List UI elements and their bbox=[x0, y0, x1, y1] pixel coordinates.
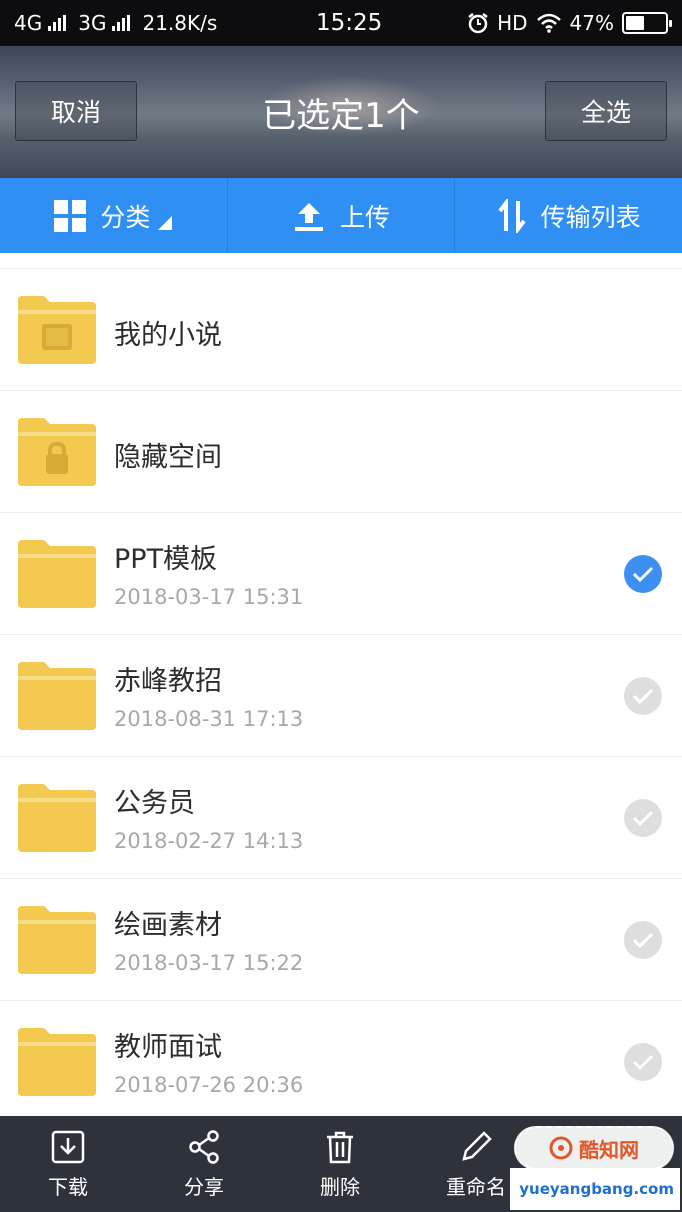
check-icon bbox=[632, 688, 654, 705]
share-button[interactable]: 分享 bbox=[136, 1116, 272, 1212]
network-4g-label: 4G bbox=[14, 11, 43, 35]
list-item[interactable]: 教师面试 2018-07-26 20:36 bbox=[0, 1000, 682, 1122]
folder-icon bbox=[18, 906, 96, 974]
lock-folder-icon bbox=[18, 418, 96, 486]
watermark-logo: 酷知网 bbox=[514, 1126, 674, 1170]
file-date: 2018-03-17 15:22 bbox=[114, 951, 304, 975]
pencil-icon bbox=[462, 1130, 492, 1161]
grid-icon bbox=[54, 199, 87, 232]
watermark-logo-icon bbox=[549, 1136, 573, 1160]
category-button[interactable]: 分类 bbox=[0, 178, 228, 253]
unselected-checkbox[interactable] bbox=[624, 921, 662, 959]
battery-icon bbox=[622, 12, 672, 34]
transfer-icon bbox=[498, 198, 526, 233]
file-name: 公务员 bbox=[114, 788, 195, 819]
file-name: 我的小说 bbox=[114, 320, 222, 351]
file-date: 2018-07-26 20:36 bbox=[114, 1073, 304, 1097]
folder-icon bbox=[18, 1028, 96, 1096]
share-icon bbox=[189, 1129, 219, 1164]
folder-icon bbox=[18, 784, 96, 852]
list-item[interactable]: PPT模板 2018-03-17 15:31 bbox=[0, 512, 682, 634]
file-name: 赤峰教招 bbox=[114, 666, 222, 697]
upload-icon bbox=[295, 202, 323, 231]
book-folder-icon bbox=[18, 296, 96, 364]
file-name: 教师面试 bbox=[114, 1032, 222, 1063]
action-toolbar: 分类 上传 传输列表 bbox=[0, 178, 682, 253]
transfer-list-label: 传输列表 bbox=[540, 202, 641, 232]
file-name: PPT模板 bbox=[114, 544, 218, 575]
check-icon bbox=[632, 1054, 654, 1071]
unselected-checkbox[interactable] bbox=[624, 677, 662, 715]
list-item[interactable]: 赤峰教招 2018-08-31 17:13 bbox=[0, 634, 682, 756]
signal-icon bbox=[48, 15, 67, 31]
list-item[interactable]: 绘画素材 2018-03-17 15:22 bbox=[0, 878, 682, 1000]
check-icon bbox=[632, 932, 654, 949]
check-icon bbox=[632, 566, 654, 583]
signal-icon bbox=[112, 15, 131, 31]
unselected-checkbox[interactable] bbox=[624, 799, 662, 837]
transfer-list-button[interactable]: 传输列表 bbox=[455, 178, 682, 253]
hd-label: HD bbox=[497, 11, 528, 35]
folder-icon bbox=[18, 662, 96, 730]
upload-button[interactable]: 上传 bbox=[228, 178, 456, 253]
watermark-site: yueyangbang.com bbox=[510, 1168, 680, 1210]
file-list: 我的小说 隐藏空间 PPT模板 2018-03-17 15:31 赤峰教招 20… bbox=[0, 268, 682, 1122]
cancel-button[interactable]: 取消 bbox=[15, 81, 137, 141]
battery-fill bbox=[626, 16, 644, 30]
download-icon bbox=[51, 1130, 85, 1163]
wifi-icon bbox=[536, 13, 561, 33]
download-label: 下载 bbox=[48, 1174, 88, 1199]
file-name: 隐藏空间 bbox=[114, 442, 222, 473]
status-right: HD 47% bbox=[467, 11, 672, 35]
share-label: 分享 bbox=[184, 1174, 224, 1199]
trash-icon bbox=[327, 1131, 353, 1163]
list-item[interactable]: 公务员 2018-02-27 14:13 bbox=[0, 756, 682, 878]
delete-button[interactable]: 删除 bbox=[272, 1116, 408, 1212]
status-left: 4G 3G 21.8K/s bbox=[14, 11, 274, 35]
battery-percent: 47% bbox=[569, 11, 614, 35]
network-speed: 21.8K/s bbox=[142, 11, 218, 35]
upload-label: 上传 bbox=[340, 202, 391, 232]
rename-label: 重命名 bbox=[446, 1174, 506, 1199]
selected-checkbox[interactable] bbox=[624, 555, 662, 593]
list-item[interactable]: 隐藏空间 bbox=[0, 390, 682, 512]
status-bar: 4G 3G 21.8K/s 15:25 HD 47% bbox=[0, 0, 682, 46]
alarm-icon bbox=[468, 13, 488, 34]
selection-header: 取消 已选定1个 全选 bbox=[0, 46, 682, 178]
file-date: 2018-03-17 15:31 bbox=[114, 585, 304, 609]
file-date: 2018-08-31 17:13 bbox=[114, 707, 304, 731]
file-name: 绘画素材 bbox=[114, 910, 222, 941]
delete-label: 删除 bbox=[320, 1174, 360, 1199]
check-icon bbox=[632, 810, 654, 827]
file-date: 2018-02-27 14:13 bbox=[114, 829, 304, 853]
dropdown-triangle-icon bbox=[158, 215, 173, 230]
folder-icon bbox=[18, 540, 96, 608]
select-all-button[interactable]: 全选 bbox=[545, 81, 667, 141]
status-time: 15:25 bbox=[316, 10, 383, 36]
list-item[interactable]: 我的小说 bbox=[0, 268, 682, 390]
download-button[interactable]: 下载 bbox=[0, 1116, 136, 1212]
category-label: 分类 bbox=[100, 202, 151, 232]
unselected-checkbox[interactable] bbox=[624, 1043, 662, 1081]
network-3g-label: 3G bbox=[78, 11, 107, 35]
watermark-brand: 酷知网 bbox=[579, 1137, 639, 1162]
